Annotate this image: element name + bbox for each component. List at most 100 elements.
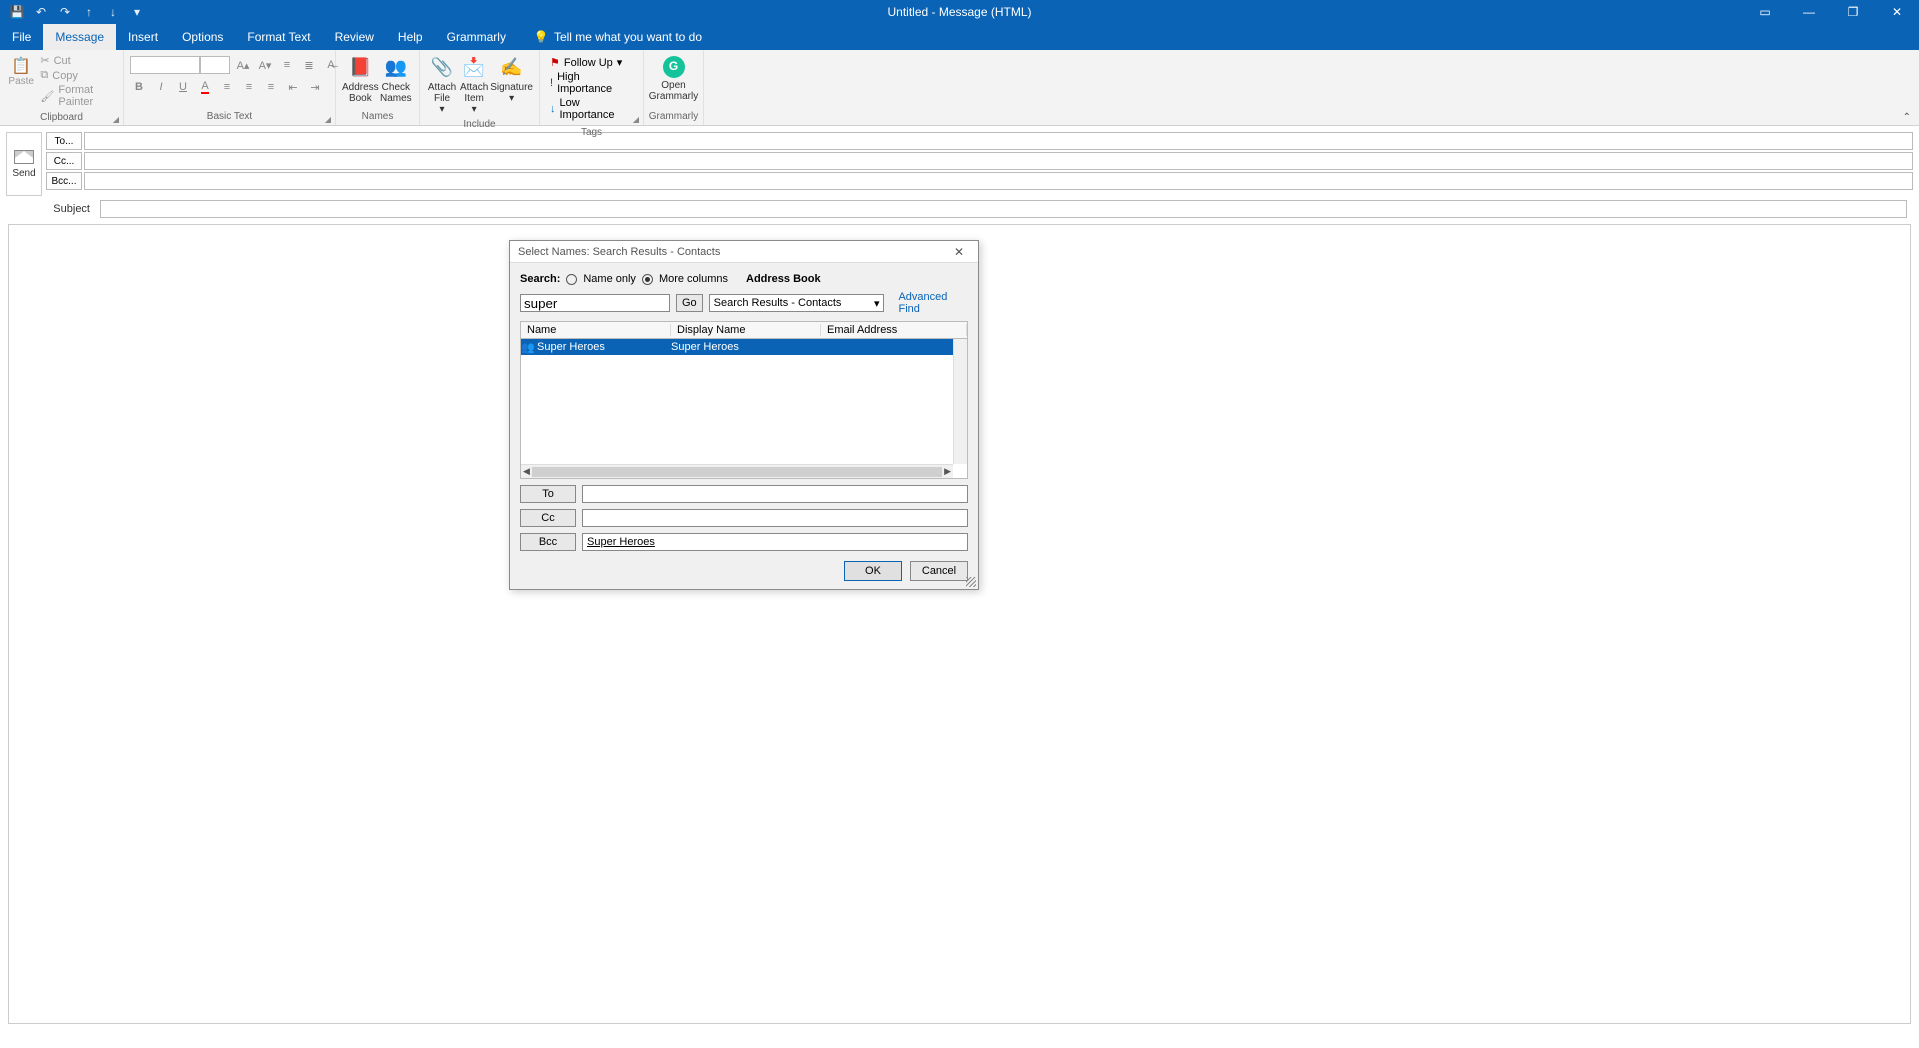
decrease-indent-icon[interactable]: ⇤ [284, 78, 302, 96]
high-importance-button[interactable]: !High Importance [550, 71, 633, 95]
dialog-title-bar[interactable]: Select Names: Search Results - Contacts … [510, 241, 978, 263]
italic-icon[interactable]: I [152, 78, 170, 96]
dialog-to-button[interactable]: To [520, 485, 576, 503]
to-button[interactable]: To... [46, 132, 82, 150]
underline-icon[interactable]: U [174, 78, 192, 96]
dialog-title: Select Names: Search Results - Contacts [518, 246, 720, 258]
subject-input[interactable] [100, 200, 1907, 218]
undo-icon[interactable]: ↶ [34, 5, 48, 19]
open-grammarly-button[interactable]: G Open Grammarly [649, 54, 698, 102]
font-size-select[interactable] [200, 56, 230, 74]
radio-name-only[interactable] [566, 274, 577, 285]
group-label-names: Names [336, 111, 419, 125]
address-book-button[interactable]: 📕 Address Book [342, 54, 379, 104]
check-names-button[interactable]: 👥 Check Names [379, 54, 413, 104]
clipboard-launcher-icon[interactable]: ◢ [113, 115, 119, 124]
align-left-icon[interactable]: ≡ [218, 78, 236, 96]
numbering-icon[interactable]: ≣ [300, 56, 318, 74]
low-importance-button[interactable]: ↓Low Importance [550, 97, 633, 121]
tab-review[interactable]: Review [323, 24, 386, 50]
dialog-bcc-input[interactable]: Super Heroes [582, 533, 968, 551]
advanced-find-link[interactable]: Advanced Find [898, 291, 968, 315]
font-family-select[interactable] [130, 56, 200, 74]
paste-button[interactable]: 📋 Paste [6, 54, 36, 87]
message-fields: Send To... Cc... Bcc... [0, 126, 1919, 198]
arrow-down-icon[interactable]: ↓ [106, 5, 120, 19]
dialog-bcc-button[interactable]: Bcc [520, 533, 576, 551]
tab-insert[interactable]: Insert [116, 24, 170, 50]
tab-file[interactable]: File [0, 24, 43, 50]
search-input[interactable] [520, 294, 670, 312]
cc-button[interactable]: Cc... [46, 152, 82, 170]
copy-button[interactable]: ⧉Copy [40, 69, 117, 82]
tell-me[interactable]: 💡 Tell me what you want to do [518, 24, 702, 50]
dialog-cc-button[interactable]: Cc [520, 509, 576, 527]
ok-button[interactable]: OK [844, 561, 902, 581]
scroll-right-icon[interactable]: ▶ [944, 466, 951, 477]
attach-item-icon: 📩 [462, 56, 486, 80]
cc-input[interactable] [84, 152, 1913, 170]
scroll-thumb[interactable] [532, 467, 942, 477]
tab-grammarly[interactable]: Grammarly [435, 24, 518, 50]
dialog-close-icon[interactable]: ✕ [944, 241, 974, 263]
redo-icon[interactable]: ↷ [58, 5, 72, 19]
signature-button[interactable]: ✍ Signature▾ [490, 54, 533, 104]
tab-format-text[interactable]: Format Text [235, 24, 322, 50]
save-icon[interactable]: 💾 [10, 5, 24, 19]
close-icon[interactable]: ✕ [1875, 0, 1919, 24]
to-input[interactable] [84, 132, 1913, 150]
maximize-icon[interactable]: ❐ [1831, 0, 1875, 24]
ribbon-display-icon[interactable]: ▭ [1743, 0, 1787, 24]
arrow-up-icon[interactable]: ↑ [82, 5, 96, 19]
minimize-icon[interactable]: — [1787, 0, 1831, 24]
attach-file-button[interactable]: 📎 Attach File▾ [426, 54, 458, 115]
go-button[interactable]: Go [676, 294, 703, 312]
horizontal-scrollbar[interactable]: ◀▶ [521, 464, 953, 478]
bullets-icon[interactable]: ≡ [278, 56, 296, 74]
bcc-button[interactable]: Bcc... [46, 172, 82, 190]
bcc-input[interactable] [84, 172, 1913, 190]
col-display-name[interactable]: Display Name [671, 324, 821, 336]
grow-font-icon[interactable]: A▴ [234, 56, 252, 74]
address-book-value: Search Results - Contacts [714, 297, 842, 309]
dialog-to-input[interactable] [582, 485, 968, 503]
dialog-cc-input[interactable] [582, 509, 968, 527]
ribbon: 📋 Paste ✂Cut ⧉Copy 🖌Format Painter Clipb… [0, 50, 1919, 126]
send-button[interactable]: Send [6, 132, 42, 196]
shrink-font-icon[interactable]: A▾ [256, 56, 274, 74]
name-only-label: Name only [583, 273, 636, 285]
font-color-icon[interactable]: A [196, 78, 214, 96]
col-name[interactable]: Name [521, 324, 671, 336]
address-book-select[interactable]: Search Results - Contacts ▾ [709, 294, 885, 312]
collapse-ribbon-icon[interactable]: ⌃ [1903, 112, 1911, 123]
cancel-button[interactable]: Cancel [910, 561, 968, 581]
radio-more-columns[interactable] [642, 274, 653, 285]
tab-options[interactable]: Options [170, 24, 235, 50]
tab-message[interactable]: Message [43, 24, 116, 50]
align-right-icon[interactable]: ≡ [262, 78, 280, 96]
align-center-icon[interactable]: ≡ [240, 78, 258, 96]
tags-launcher-icon[interactable]: ◢ [633, 115, 639, 124]
increase-indent-icon[interactable]: ⇥ [306, 78, 324, 96]
bold-icon[interactable]: B [130, 78, 148, 96]
col-email[interactable]: Email Address [821, 324, 967, 336]
envelope-icon [14, 150, 34, 164]
tab-help[interactable]: Help [386, 24, 435, 50]
vertical-scrollbar[interactable] [953, 339, 967, 464]
subject-label: Subject [46, 203, 96, 215]
scroll-left-icon[interactable]: ◀ [523, 466, 530, 477]
grammarly-icon: G [663, 56, 685, 78]
group-include: 📎 Attach File▾ 📩 Attach Item▾ ✍ Signatur… [420, 50, 540, 125]
resize-grip-icon[interactable] [966, 577, 976, 587]
cut-button[interactable]: ✂Cut [40, 54, 117, 67]
basictext-launcher-icon[interactable]: ◢ [325, 115, 331, 124]
format-painter-button[interactable]: 🖌Format Painter [40, 84, 117, 108]
qat-more-icon[interactable]: ▾ [130, 5, 144, 19]
results-list: 👥 Super Heroes Super Heroes ◀▶ [520, 339, 968, 479]
follow-up-button[interactable]: ⚑Follow Up▾ [550, 56, 633, 69]
window-title: Untitled - Message (HTML) [887, 5, 1031, 19]
result-row[interactable]: 👥 Super Heroes Super Heroes [521, 339, 967, 355]
arrow-down-blue-icon: ↓ [550, 103, 556, 115]
attach-item-button[interactable]: 📩 Attach Item▾ [458, 54, 490, 115]
group-names: 📕 Address Book 👥 Check Names Names [336, 50, 420, 125]
